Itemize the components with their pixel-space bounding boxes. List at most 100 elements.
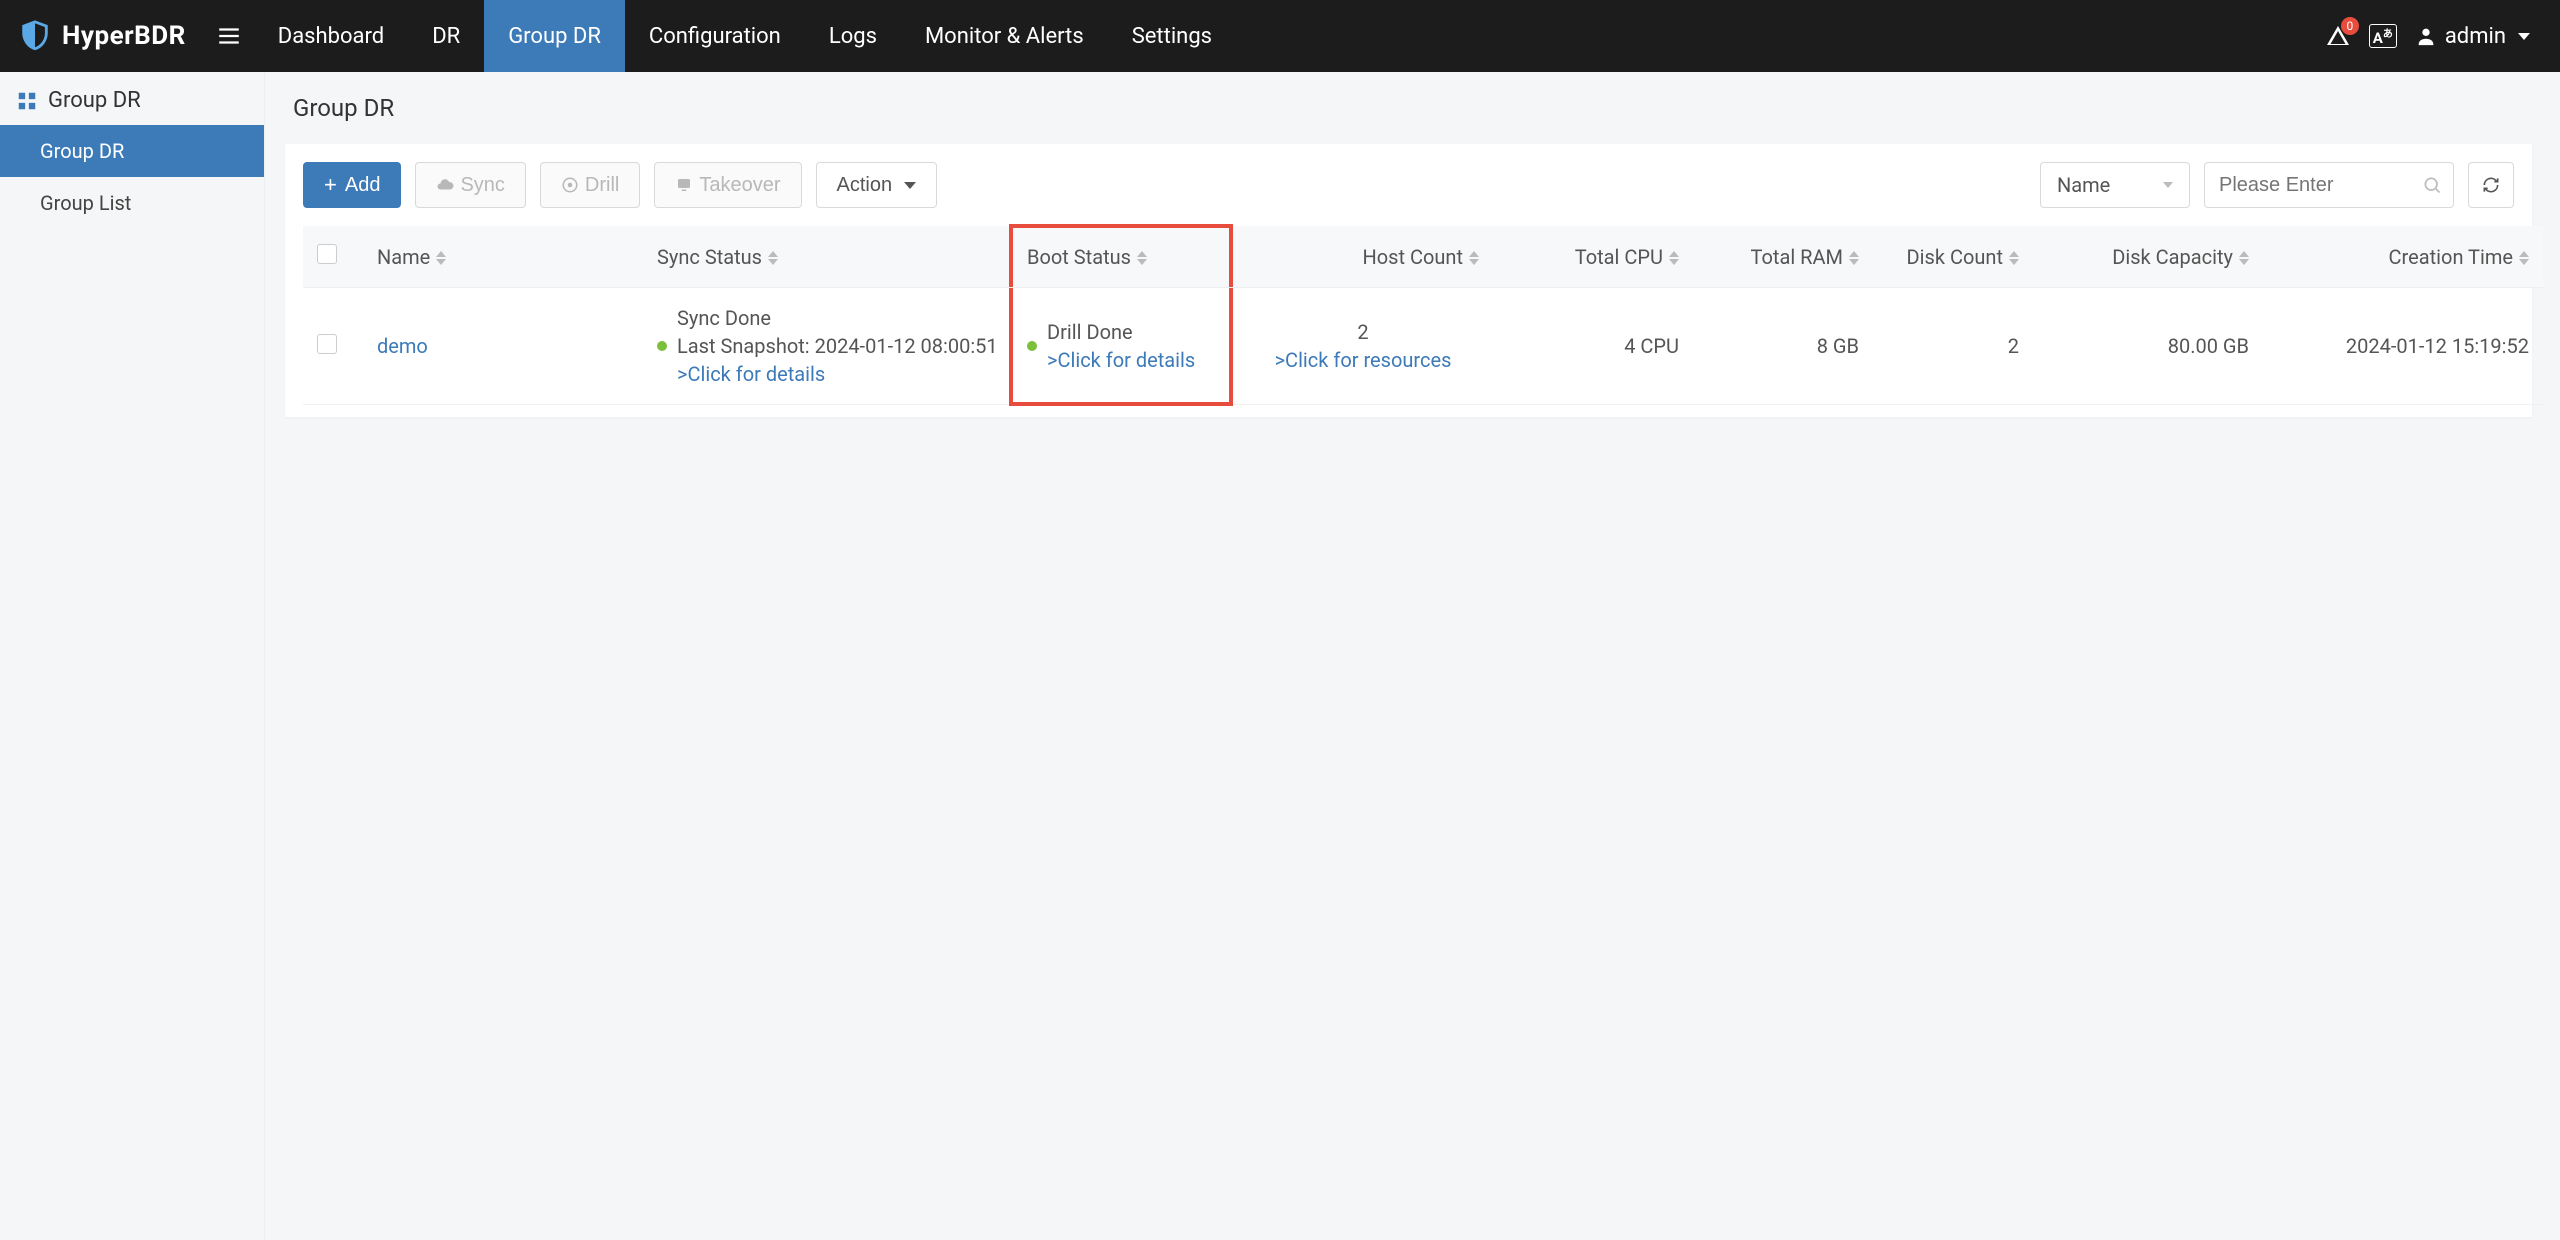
refresh-button[interactable] [2468,162,2514,208]
language-icon: Aあ [2373,25,2393,47]
cell-checkbox [303,288,363,405]
filter-field-label: Name [2057,173,2110,197]
cell-disk-capacity: 80.00 GB [2033,288,2263,405]
nav-label: Group DR [508,24,601,49]
nav-label: Monitor & Alerts [925,24,1084,49]
btn-label: Drill [585,174,619,197]
brand-text: HyperBDR [62,21,186,51]
filter-field-select[interactable]: Name [2040,162,2190,208]
body-layout: Group DR Group DR Group List Group DR + … [0,72,2560,1240]
nav-item-dr[interactable]: DR [408,0,484,72]
nav-label: Dashboard [278,24,384,49]
nav-label: Settings [1132,24,1212,49]
sort-icon [768,251,778,265]
search-input[interactable] [2204,162,2454,208]
drill-button[interactable]: Drill [540,162,640,208]
nav-item-configuration[interactable]: Configuration [625,0,805,72]
drill-icon [561,176,579,194]
nav-item-settings[interactable]: Settings [1108,0,1236,72]
cell-name: demo [363,288,643,405]
total-ram-value: 8 GB [1817,334,1859,358]
col-total-ram[interactable]: Total RAM [1693,226,1873,288]
top-navbar: HyperBDR Dashboard DR Group DR Configura… [0,0,2560,72]
col-creation-time[interactable]: Creation Time [2263,226,2543,288]
nav-items: Dashboard DR Group DR Configuration Logs… [254,0,1236,72]
sort-icon [436,251,446,265]
grid-icon [16,90,38,112]
col-label: Disk Count [1907,245,2003,269]
language-button[interactable]: Aあ [2369,24,2397,48]
sort-icon [2239,251,2249,265]
nav-item-monitor-alerts[interactable]: Monitor & Alerts [901,0,1108,72]
nav-label: Logs [829,24,877,49]
sort-icon [2519,251,2529,265]
sort-icon [2009,251,2019,265]
sync-button[interactable]: Sync [415,162,525,208]
col-disk-count[interactable]: Disk Count [1873,226,2033,288]
col-boot-status[interactable]: Boot Status [1013,226,1233,288]
user-menu[interactable]: admin [2415,24,2530,49]
row-checkbox[interactable] [317,334,337,354]
sidebar-item-group-dr[interactable]: Group DR [0,125,264,177]
cell-boot-status: Drill Done >Click for details [1013,288,1233,405]
col-host-count[interactable]: Host Count [1233,226,1493,288]
col-label: Name [377,245,430,269]
nav-item-dashboard[interactable]: Dashboard [254,0,408,72]
takeover-icon [675,176,693,194]
nav-item-group-dr[interactable]: Group DR [484,0,625,72]
nav-label: DR [432,24,460,49]
name-link[interactable]: demo [377,334,428,358]
brand-block[interactable]: HyperBDR [12,19,204,53]
btn-label: Takeover [699,174,780,197]
sidebar: Group DR Group DR Group List [0,72,265,1240]
chevron-down-icon [2163,182,2173,188]
sync-snapshot-text: Last Snapshot: 2024-01-12 08:00:51 [677,334,999,358]
status-dot-icon [657,341,667,351]
col-disk-capacity[interactable]: Disk Capacity [2033,226,2263,288]
action-dropdown[interactable]: Action [816,162,938,208]
cloud-sync-icon [436,176,454,194]
col-label: Sync Status [657,245,762,269]
takeover-button[interactable]: Takeover [654,162,801,208]
sync-details-link[interactable]: >Click for details [677,362,999,386]
disk-capacity-value: 80.00 GB [2168,334,2249,358]
sidebar-item-label: Group List [40,191,131,215]
col-label: Total RAM [1751,245,1843,269]
col-sync-status[interactable]: Sync Status [643,226,1013,288]
main: Group DR + Add Sync Drill [265,72,2560,1240]
col-name[interactable]: Name [363,226,643,288]
cell-total-ram: 8 GB [1693,288,1873,405]
sidebar-item-label: Group DR [40,139,124,163]
boot-details-link[interactable]: >Click for details [1047,348,1219,372]
btn-label: Add [345,174,381,197]
notifications-button[interactable]: 0 [2325,23,2351,49]
user-icon [2415,25,2437,47]
col-total-cpu[interactable]: Total CPU [1493,226,1693,288]
toolbar: + Add Sync Drill [303,162,2514,208]
col-label: Host Count [1362,245,1463,269]
nav-right-icons: 0 Aあ admin [2325,23,2548,49]
btn-label: Sync [460,174,504,197]
add-button[interactable]: + Add [303,162,401,208]
select-all-checkbox[interactable] [317,244,337,264]
creation-time-value: 2024-01-12 15:19:52 [2346,334,2529,358]
hamburger-icon [216,23,242,49]
boot-status-text: Drill Done [1047,320,1219,344]
page-title: Group DR [285,72,2532,144]
sort-icon [1669,251,1679,265]
host-resources-link[interactable]: >Click for resources [1275,348,1452,372]
sync-status-text: Sync Done [677,306,999,330]
col-label: Disk Capacity [2112,245,2233,269]
refresh-icon [2481,175,2501,195]
sidebar-section-header: Group DR [0,72,264,125]
notifications-badge: 0 [2341,17,2359,35]
col-label: Creation Time [2389,245,2513,269]
nav-item-logs[interactable]: Logs [805,0,901,72]
host-count-value: 2 [1357,320,1368,344]
cell-host-count: 2 >Click for resources [1233,288,1493,405]
search-wrap [2204,162,2454,208]
col-label: Total CPU [1575,245,1663,269]
sidebar-item-group-list[interactable]: Group List [0,177,264,229]
menu-toggle-button[interactable] [204,23,254,49]
sort-icon [1469,251,1479,265]
